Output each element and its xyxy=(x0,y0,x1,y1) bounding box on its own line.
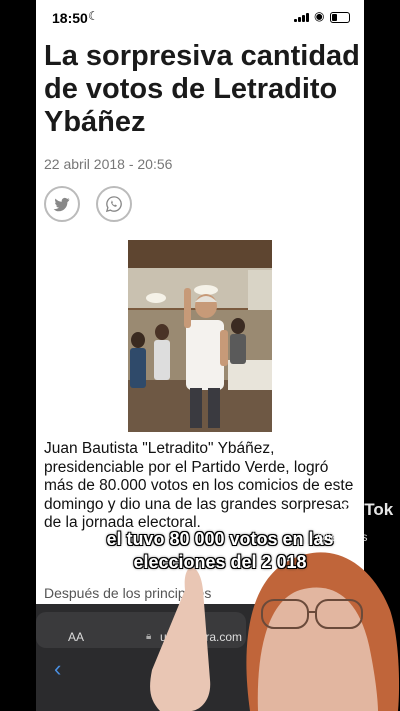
creator-overlay xyxy=(150,552,400,711)
caption-line-2: elecciones del 2 018 xyxy=(133,552,307,572)
creator-handle: @ida.lliss xyxy=(316,530,368,544)
tiktok-watermark: TikTok xyxy=(340,500,394,519)
